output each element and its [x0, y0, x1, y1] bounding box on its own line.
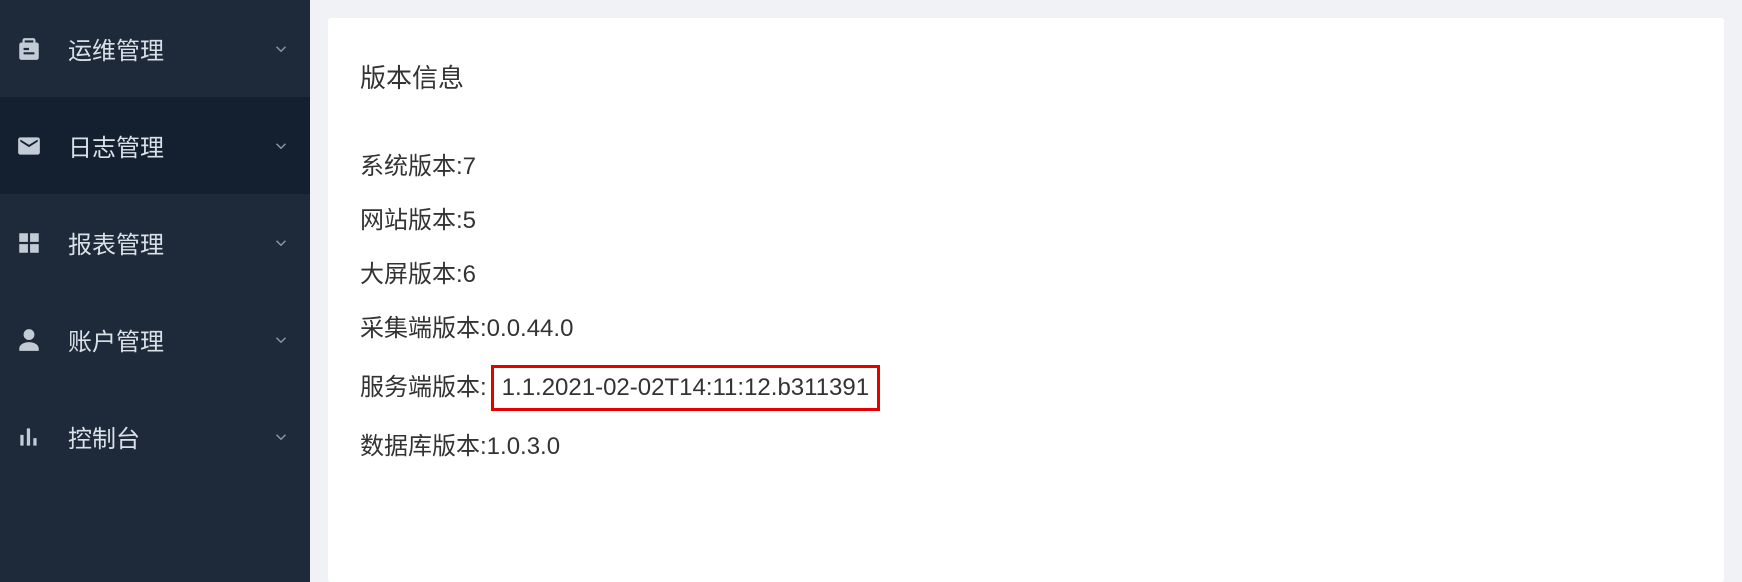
version-value: 7	[463, 149, 476, 185]
sidebar-item-label: 报表管理	[68, 225, 272, 260]
sidebar: 运维管理 日志管理 报表管理 账户管理	[0, 0, 310, 582]
sidebar-item-label: 运维管理	[68, 31, 272, 66]
version-label: 系统版本:	[360, 149, 463, 185]
version-value: 6	[463, 257, 476, 293]
version-row-server: 服务端版本: 1.1.2021-02-02T14:11:12.b311391	[360, 365, 1692, 411]
version-row-website: 网站版本: 5	[360, 203, 1692, 239]
bar-chart-icon	[16, 424, 42, 450]
card-title: 版本信息	[360, 58, 1692, 95]
version-value: 0.0.44.0	[487, 311, 574, 347]
sidebar-item-label: 日志管理	[68, 128, 272, 163]
grid-icon	[16, 230, 42, 256]
version-row-system: 系统版本: 7	[360, 149, 1692, 185]
clipboard-icon	[16, 36, 42, 62]
version-row-collector: 采集端版本: 0.0.44.0	[360, 311, 1692, 347]
version-label: 采集端版本:	[360, 311, 487, 347]
version-info-card: 版本信息 系统版本: 7 网站版本: 5 大屏版本: 6 采集端版本: 0.0.…	[328, 18, 1724, 582]
sidebar-item-reports[interactable]: 报表管理	[0, 194, 310, 291]
chevron-down-icon	[272, 331, 290, 349]
version-label: 数据库版本:	[360, 429, 487, 465]
version-value-highlighted: 1.1.2021-02-02T14:11:12.b311391	[491, 365, 880, 411]
version-value: 5	[463, 203, 476, 239]
sidebar-item-label: 账户管理	[68, 322, 272, 357]
mail-icon	[16, 133, 42, 159]
version-label: 网站版本:	[360, 203, 463, 239]
version-label: 大屏版本:	[360, 257, 463, 293]
chevron-down-icon	[272, 428, 290, 446]
sidebar-item-ops[interactable]: 运维管理	[0, 0, 310, 97]
sidebar-item-logs[interactable]: 日志管理	[0, 97, 310, 194]
sidebar-item-label: 控制台	[68, 419, 272, 454]
version-row-bigscreen: 大屏版本: 6	[360, 257, 1692, 293]
sidebar-item-account[interactable]: 账户管理	[0, 291, 310, 388]
sidebar-item-console[interactable]: 控制台	[0, 388, 310, 485]
version-label: 服务端版本:	[360, 370, 487, 406]
chevron-down-icon	[272, 234, 290, 252]
chevron-down-icon	[272, 137, 290, 155]
user-icon	[16, 327, 42, 353]
version-value: 1.0.3.0	[487, 429, 560, 465]
version-row-database: 数据库版本: 1.0.3.0	[360, 429, 1692, 465]
main-content: 版本信息 系统版本: 7 网站版本: 5 大屏版本: 6 采集端版本: 0.0.…	[310, 0, 1742, 582]
chevron-down-icon	[272, 40, 290, 58]
